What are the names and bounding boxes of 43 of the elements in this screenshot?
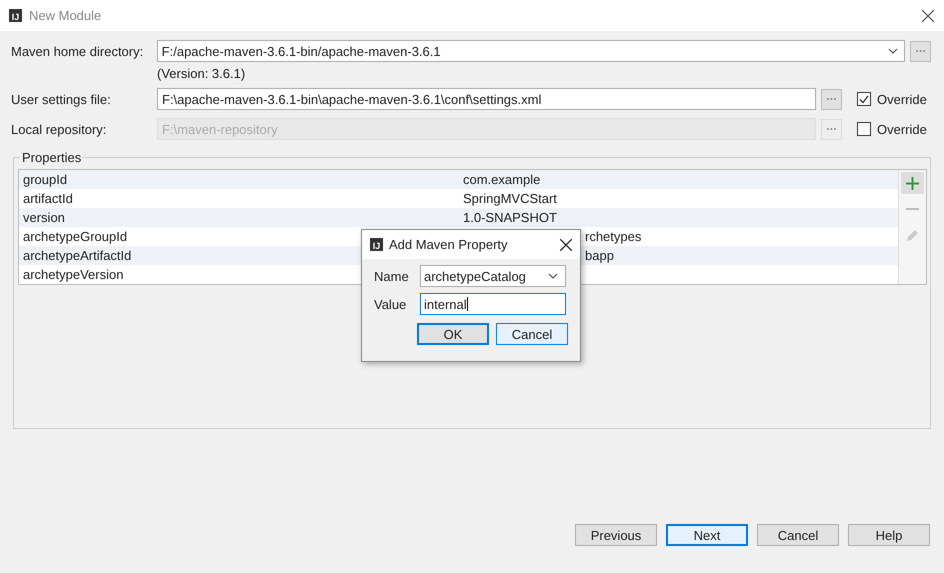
checkbox-label: Override [877, 92, 927, 106]
path-field[interactable]: F:/apache-maven-3.6.1-bin/apache-maven-3.6.1 [156, 40, 906, 62]
wizard-button[interactable]: Next [666, 524, 748, 546]
override-checkbox[interactable] [857, 92, 871, 106]
property-value: bapp [585, 248, 614, 263]
property-name: groupId [23, 172, 68, 187]
path-field[interactable]: F:\apache-maven-3.6.1-bin\apache-maven-3.6.1\conf\settings.xml [157, 88, 816, 110]
property-value: com.example [463, 172, 540, 187]
close-icon[interactable] [560, 238, 572, 250]
browse-button[interactable] [821, 88, 842, 110]
property-value: SpringMVCStart [463, 191, 557, 206]
window-title: New Module [29, 8, 102, 23]
close-icon[interactable] [922, 10, 934, 22]
property-value: rchetypes [585, 229, 642, 244]
app-logo: IJ [9, 9, 22, 22]
dropdown-caret-icon [888, 48, 898, 54]
dialog-button[interactable]: OK [417, 323, 489, 345]
wizard-button[interactable]: Previous [575, 524, 657, 546]
property-name: artifactId [23, 191, 73, 206]
dropdown-caret-icon [548, 273, 558, 279]
browse-button[interactable] [821, 118, 842, 140]
dialog-button[interactable]: Cancel [496, 323, 568, 345]
value-field[interactable]: internal [420, 293, 566, 315]
property-name: archetypeGroupId [23, 229, 128, 244]
property-name: version [23, 210, 65, 225]
wizard-button[interactable]: Help [848, 524, 930, 546]
browse-button[interactable] [910, 40, 931, 62]
checkbox-label: Override [877, 122, 927, 136]
property-name: archetypeArtifactId [23, 248, 132, 263]
field-label: User settings file: [11, 92, 112, 106]
app-logo: IJ [370, 238, 383, 251]
wizard-button[interactable]: Cancel [757, 524, 839, 546]
field-label: Value [374, 296, 408, 312]
add-icon[interactable] [901, 172, 924, 194]
version-note: (Version: 3.6.1) [157, 66, 246, 83]
group-title: Properties [21, 150, 82, 165]
name-combo[interactable]: archetypeCatalog [420, 265, 566, 287]
field-label: Local repository: [11, 122, 108, 136]
field-label: Name [374, 268, 410, 284]
field-label: Maven home directory: [11, 44, 144, 58]
dialog-title: Add Maven Property [389, 237, 508, 252]
property-name: archetypeVersion [23, 267, 124, 282]
property-value: 1.0-SNAPSHOT [463, 210, 557, 225]
